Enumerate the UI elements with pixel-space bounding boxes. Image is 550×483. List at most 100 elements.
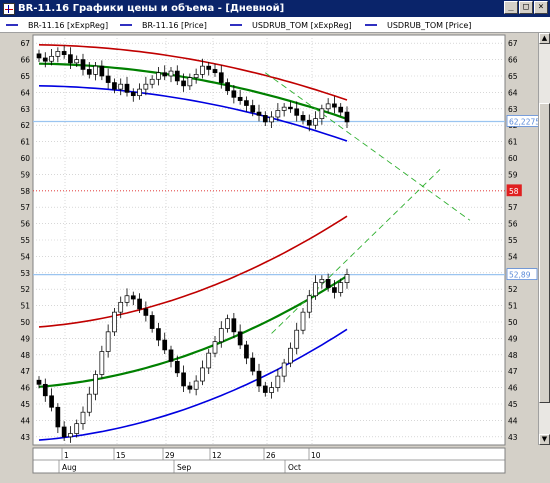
legend-swatch <box>230 24 242 26</box>
y-tick-label-right: 59 <box>508 170 518 179</box>
y-tick-label-right: 64 <box>508 88 518 97</box>
usdrub-candle-body <box>168 349 174 362</box>
price-chart-svg[interactable]: 6767666665656464636362626161606059595858… <box>0 33 550 479</box>
y-tick-label-left: 54 <box>20 252 30 261</box>
usdrub-candle-body <box>162 339 168 351</box>
legend-item-usdrub-price[interactable]: USDRUB_TOM [Price] <box>365 17 471 33</box>
usdrub-candle-body <box>181 372 186 387</box>
legend-label: BR-11.16 [xExpReg] <box>28 20 109 30</box>
br-candle-body <box>319 108 325 119</box>
y-tick-label-left: 47 <box>20 367 30 376</box>
br-candle-body <box>325 103 331 110</box>
chart-area[interactable]: 6767666665656464636362626161606059595858… <box>0 33 550 479</box>
close-button[interactable]: × <box>534 1 548 14</box>
scroll-thumb[interactable] <box>539 103 550 403</box>
date-tick-label: 26 <box>266 451 276 460</box>
br-candle-body <box>256 111 262 116</box>
y-tick-label-left: 63 <box>20 105 30 114</box>
plot-background <box>32 34 506 446</box>
usdrub-candle-body <box>344 274 350 283</box>
br-candle-body <box>306 119 312 126</box>
y-tick-label-left: 58 <box>20 187 30 196</box>
usdrub-candle-body <box>61 426 67 438</box>
br-candle-body <box>105 75 111 83</box>
scroll-up-arrow-icon[interactable]: ▲ <box>539 33 550 44</box>
br-candle-body <box>86 69 92 75</box>
legend-swatch <box>6 24 18 26</box>
scroll-down-arrow-icon[interactable]: ▼ <box>539 434 550 445</box>
month-label: Oct <box>288 463 301 472</box>
minimize-button[interactable]: _ <box>504 1 518 14</box>
br-candle-body <box>332 103 337 108</box>
date-tick-label: 29 <box>165 451 175 460</box>
y-tick-label-right: 60 <box>508 154 518 163</box>
maximize-button[interactable]: □ <box>519 1 533 14</box>
legend-swatch <box>120 24 132 26</box>
legend-item-br-price[interactable]: BR-11.16 [Price] <box>120 17 207 33</box>
br-candle-body <box>237 96 243 101</box>
br-candle-body <box>212 69 218 74</box>
br-candle-body <box>93 65 98 75</box>
usdrub-candle-body <box>93 374 98 395</box>
y-tick-label-left: 59 <box>20 170 30 179</box>
y-tick-label-right: 49 <box>508 334 518 343</box>
usdrub-candle-body <box>256 370 262 387</box>
y-tick-label-right: 55 <box>508 236 518 245</box>
br-candle-body <box>225 82 230 92</box>
br-candle-body <box>338 106 344 113</box>
usdrub-candle-body <box>294 329 300 349</box>
y-tick-label-right: 65 <box>508 72 518 81</box>
usdrub-candle-body <box>231 318 237 333</box>
y-tick-label-right: 46 <box>508 384 518 393</box>
usdrub-candle-body <box>269 387 274 393</box>
y-tick-label-right: 66 <box>508 56 518 65</box>
usdrub-candle-body <box>105 331 111 352</box>
br-candle-body <box>80 59 86 70</box>
usdrub-candle-body <box>36 379 42 385</box>
usdrub-candle-body <box>124 295 130 303</box>
y-tick-label-left: 60 <box>20 154 30 163</box>
br-candle-body <box>156 72 161 80</box>
usdrub-candle-body <box>244 344 249 359</box>
y-tick-label-left: 44 <box>20 416 30 425</box>
y-tick-label-right: 67 <box>508 39 518 48</box>
legend-item-br-xexpreg[interactable]: BR-11.16 [xExpReg] <box>6 17 108 33</box>
y-tick-label-left: 64 <box>20 88 30 97</box>
date-tick-label: 15 <box>116 451 126 460</box>
usdrub-candle-body <box>55 406 61 428</box>
window-titlebar[interactable]: BR-11.16 Графики цены и объема - [Дневно… <box>0 0 550 17</box>
y-tick-label-left: 50 <box>20 318 30 327</box>
br-candle-body <box>137 88 142 97</box>
br-candle-body <box>187 77 193 87</box>
br-candle-body <box>124 83 130 93</box>
month-label: Sep <box>177 463 191 472</box>
br-candle-body <box>206 65 212 70</box>
legend-label: BR-11.16 [Price] <box>142 20 207 30</box>
y-tick-label-right: 54 <box>508 252 518 261</box>
br-candle-body <box>300 115 306 121</box>
app-chart-icon <box>3 2 15 15</box>
br-candle-body <box>231 90 237 98</box>
vertical-scrollbar[interactable]: ▲ ▼ <box>538 33 550 445</box>
usdrub-candle-body <box>332 287 337 293</box>
y-tick-label-left: 45 <box>20 400 30 409</box>
br-candle-body <box>112 82 117 90</box>
y-tick-label-right: 63 <box>508 105 518 114</box>
usdrub-candle-body <box>338 282 344 293</box>
y-tick-label-right: 48 <box>508 351 518 360</box>
y-tick-label-right: 47 <box>508 367 518 376</box>
br-candle-body <box>313 118 318 126</box>
br-candle-body <box>149 78 155 85</box>
br-candle-body <box>200 65 205 75</box>
usdrub-candle-body <box>149 315 155 329</box>
usdrub-candle-body <box>143 308 149 316</box>
price-label-text: 62,2275 <box>509 117 540 126</box>
y-tick-label-left: 55 <box>20 236 30 245</box>
usdrub-candle-body <box>99 351 105 375</box>
legend-item-usdrub-xexpreg[interactable]: USDRUB_TOM [xExpReg] <box>230 17 352 33</box>
usdrub-candle-body <box>42 383 48 397</box>
usdrub-candle-body <box>130 295 136 300</box>
y-tick-label-left: 52 <box>20 285 30 294</box>
legend-label: USDRUB_TOM [xExpReg] <box>252 20 352 30</box>
y-tick-label-left: 66 <box>20 56 30 65</box>
